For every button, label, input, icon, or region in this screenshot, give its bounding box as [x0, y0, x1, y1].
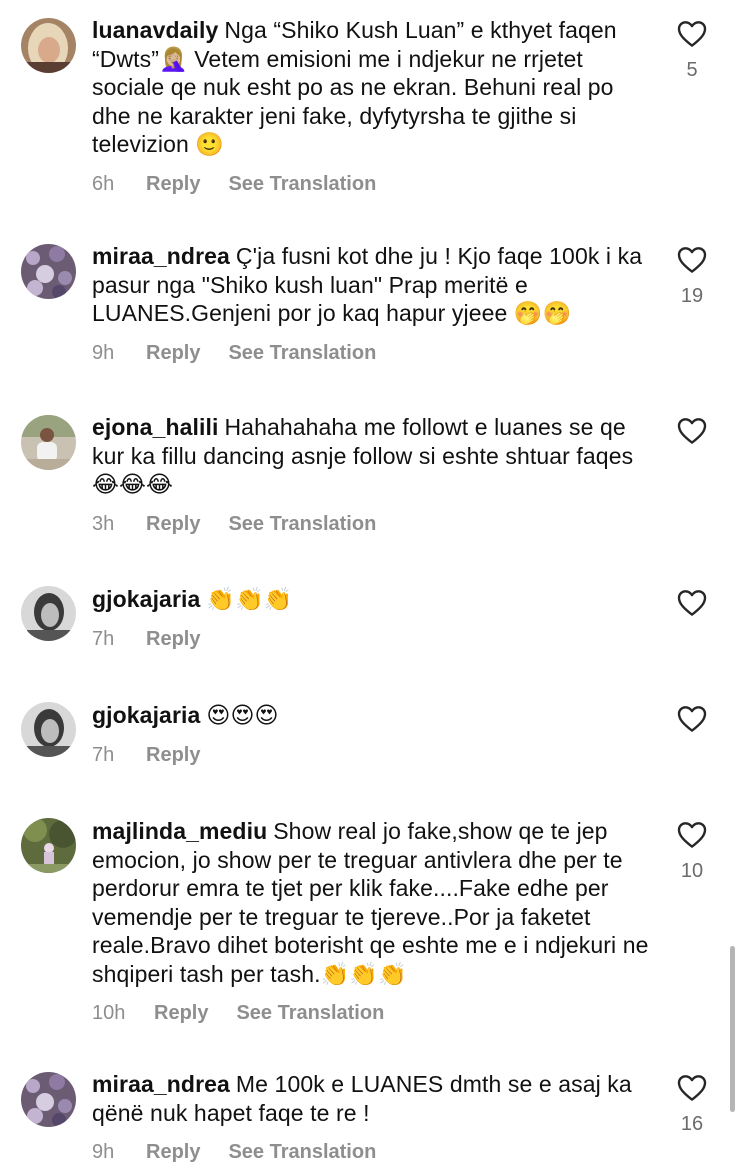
comment-meta: 9h Reply See Translation [92, 1141, 654, 1164]
like-control [672, 417, 712, 456]
like-control: 5 [672, 20, 712, 82]
comment-body: 😍😍😍 [206, 702, 279, 728]
avatar[interactable] [21, 18, 76, 73]
heart-outline-icon[interactable] [677, 589, 707, 617]
comment-time: 9h [92, 1141, 115, 1163]
comment-time: 6h [92, 172, 115, 195]
comment-username[interactable]: majlinda_mediu [92, 818, 267, 844]
like-count: 16 [680, 1113, 704, 1135]
heart-outline-icon[interactable] [677, 1074, 707, 1102]
reply-button[interactable]: Reply [146, 173, 200, 196]
reply-button[interactable]: Reply [146, 744, 200, 767]
comment-time: 10h [92, 1002, 126, 1024]
comment-username[interactable]: miraa_ndrea [92, 1071, 230, 1097]
see-translation-button[interactable]: See Translation [228, 513, 376, 536]
see-translation-button[interactable]: See Translation [228, 342, 376, 365]
like-control: 19 [672, 246, 712, 308]
comment-text: gjokajaria 😍😍😍 [92, 701, 654, 730]
comment-meta: 3h Reply See Translation [92, 513, 654, 536]
see-translation-button[interactable]: See Translation [236, 1002, 384, 1025]
heart-outline-icon[interactable] [677, 246, 707, 274]
avatar[interactable] [21, 415, 76, 470]
see-translation-button[interactable]: See Translation [228, 1141, 376, 1164]
comment-username[interactable]: gjokajaria [92, 702, 200, 728]
comment-time: 7h [92, 743, 115, 766]
comment-text: miraa_ndrea Ç'ja fusni kot dhe ju ! Kjo f… [92, 242, 654, 328]
reply-button[interactable]: Reply [146, 513, 200, 536]
comment-text: ejona_halili Hahahahaha me followt e luan… [92, 413, 654, 499]
reply-button[interactable]: Reply [146, 1141, 200, 1164]
comment-time: 3h [92, 512, 115, 535]
like-control [672, 705, 712, 738]
heart-outline-icon[interactable] [677, 821, 707, 849]
comment-meta: 7h Reply [92, 744, 654, 767]
comment-username[interactable]: miraa_ndrea [92, 243, 230, 269]
like-count: 19 [680, 285, 704, 307]
like-control: 16 [672, 1074, 712, 1136]
avatar[interactable] [21, 1072, 76, 1127]
comment-text: miraa_ndrea Me 100k e LUANES dmth se e as… [92, 1070, 654, 1127]
scrollbar[interactable] [730, 946, 735, 1112]
comment-time: 7h [92, 627, 115, 650]
comment-body: 👏👏👏 [206, 586, 293, 612]
heart-outline-icon[interactable] [677, 417, 707, 445]
comment-username[interactable]: luanavdaily [92, 17, 218, 43]
comment-meta: 9h Reply See Translation [92, 342, 654, 365]
comment-username[interactable]: gjokajaria [92, 586, 200, 612]
reply-button[interactable]: Reply [154, 1002, 208, 1025]
see-translation-button[interactable]: See Translation [228, 173, 376, 196]
avatar[interactable] [21, 244, 76, 299]
like-count: 5 [686, 59, 698, 81]
comment-meta: 6h Reply See Translation [92, 173, 654, 196]
heart-outline-icon[interactable] [677, 705, 707, 733]
avatar[interactable] [21, 586, 76, 641]
comment-username[interactable]: ejona_halili [92, 414, 218, 440]
comment-text: majlinda_mediu Show real jo fake,show qe … [92, 817, 654, 988]
comment-meta: 7h Reply [92, 628, 654, 651]
avatar[interactable] [21, 818, 76, 873]
comment-text: gjokajaria 👏👏👏 [92, 585, 654, 614]
like-control: 10 [672, 821, 712, 883]
avatar[interactable] [21, 702, 76, 757]
comment-meta: 10h Reply See Translation [92, 1002, 654, 1025]
reply-button[interactable]: Reply [146, 628, 200, 651]
comment-time: 9h [92, 341, 115, 364]
like-count: 10 [680, 860, 704, 882]
comment-text: luanavdaily Nga “Shiko Kush Luan” e kthye… [92, 16, 654, 159]
heart-outline-icon[interactable] [677, 20, 707, 48]
like-control [672, 589, 712, 622]
reply-button[interactable]: Reply [146, 342, 200, 365]
